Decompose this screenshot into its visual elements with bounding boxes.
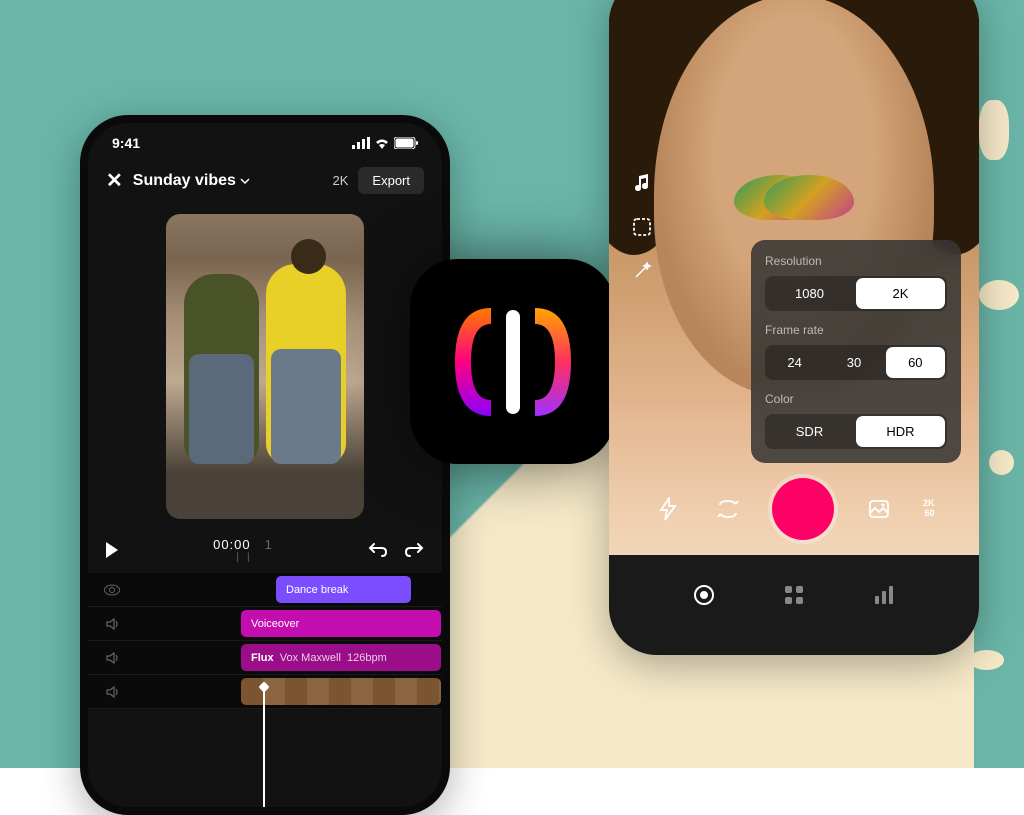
clip-artist: Vox Maxwell <box>280 652 341 664</box>
play-button[interactable] <box>106 542 118 558</box>
quality-fps: 60 <box>923 509 935 519</box>
preview-content <box>266 264 346 464</box>
clip-video-thumbs[interactable] <box>241 678 441 705</box>
track-audio-2: Flux Vox Maxwell 126bpm <box>88 641 442 675</box>
framerate-label: Frame rate <box>765 323 947 337</box>
track-video <box>88 675 442 709</box>
signal-icon <box>352 137 370 149</box>
camera-settings-panel: Resolution 1080 2K Frame rate 24 30 60 C… <box>751 240 961 463</box>
framerate-option-60[interactable]: 60 <box>886 347 945 378</box>
export-button[interactable]: Export <box>358 167 424 194</box>
timecode-frame: 1 <box>265 537 273 552</box>
playhead[interactable] <box>263 687 265 807</box>
grid-icon[interactable] <box>629 214 655 240</box>
color-option-hdr[interactable]: HDR <box>856 416 945 447</box>
track-audio-1: Voiceover <box>88 607 442 641</box>
color-option-sdr[interactable]: SDR <box>765 414 854 449</box>
resolution-label: Resolution <box>765 254 947 268</box>
close-icon[interactable]: ✕ <box>106 168 123 193</box>
clip-track-name: Flux <box>251 652 274 664</box>
redo-button[interactable] <box>404 542 424 558</box>
chevron-down-icon <box>240 178 250 184</box>
speaker-icon[interactable] <box>88 651 136 665</box>
speaker-icon[interactable] <box>88 685 136 699</box>
clip-dance-break[interactable]: Dance break <box>276 576 411 603</box>
wifi-icon <box>374 137 390 149</box>
wand-icon[interactable] <box>629 258 655 284</box>
track-visibility: Dance break <box>88 573 442 607</box>
preview-content <box>184 274 259 464</box>
stats-tab[interactable] <box>869 580 899 610</box>
record-tab[interactable] <box>689 580 719 610</box>
video-preview[interactable] <box>166 214 364 519</box>
timecode: 00:00 1 || <box>136 537 350 563</box>
project-title-dropdown[interactable]: Sunday vibes <box>133 172 323 190</box>
bg-decoration <box>979 280 1019 310</box>
project-title-text: Sunday vibes <box>133 172 236 190</box>
eye-icon[interactable] <box>88 584 136 596</box>
resolution-option-2k[interactable]: 2K <box>856 278 945 309</box>
undo-button[interactable] <box>368 542 388 558</box>
color-label: Color <box>765 392 947 406</box>
bottom-nav <box>609 555 979 655</box>
status-bar: 9:41 <box>88 123 442 155</box>
quality-indicator[interactable]: 2K 60 <box>923 499 935 519</box>
clip-voiceover[interactable]: Voiceover <box>241 610 441 637</box>
music-icon[interactable] <box>629 170 655 196</box>
app-icon <box>410 259 615 464</box>
framerate-segmented: 24 30 60 <box>765 345 947 380</box>
resolution-badge[interactable]: 2K <box>333 173 349 188</box>
clip-bpm: 126bpm <box>347 652 387 664</box>
resolution-option-1080[interactable]: 1080 <box>765 276 854 311</box>
speaker-icon[interactable] <box>88 617 136 631</box>
flash-icon[interactable] <box>653 494 683 524</box>
status-time: 9:41 <box>112 135 140 151</box>
clip-label: Dance break <box>286 584 348 596</box>
color-segmented: SDR HDR <box>765 414 947 449</box>
bg-decoration <box>989 450 1014 475</box>
battery-icon <box>394 137 418 149</box>
gallery-icon[interactable] <box>864 494 894 524</box>
timecode-main: 00:00 <box>213 537 251 552</box>
framerate-option-24[interactable]: 24 <box>765 345 824 380</box>
editor-phone: 9:41 ✕ Sunday vibes 2K Export 00: <box>80 115 450 815</box>
resolution-segmented: 1080 2K <box>765 276 947 311</box>
apps-tab[interactable] <box>779 580 809 610</box>
record-button[interactable] <box>772 478 834 540</box>
side-toolbar <box>629 170 655 284</box>
clip-label: Voiceover <box>251 618 299 630</box>
clip-music[interactable]: Flux Vox Maxwell 126bpm <box>241 644 441 671</box>
camera-phone: Resolution 1080 2K Frame rate 24 30 60 C… <box>609 0 979 655</box>
camera-controls: 2K 60 <box>609 478 979 540</box>
bg-decoration <box>979 100 1009 160</box>
app-logo-graphic <box>443 292 583 432</box>
framerate-option-30[interactable]: 30 <box>824 345 883 380</box>
flip-camera-icon[interactable] <box>713 494 743 524</box>
